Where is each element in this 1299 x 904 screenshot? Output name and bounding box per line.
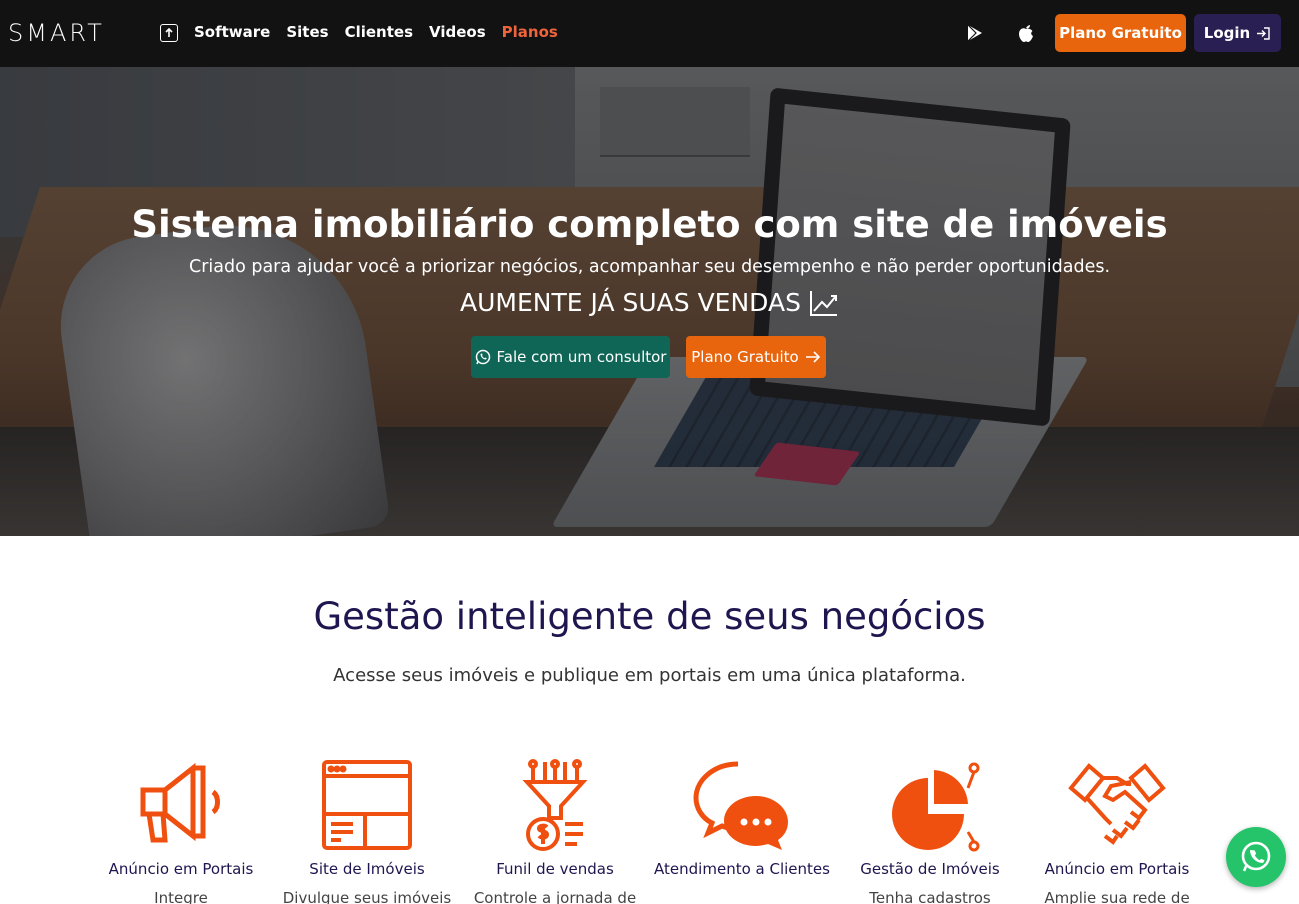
- pie-chart-icon: [880, 758, 980, 854]
- feature-anuncio-portais[interactable]: Anúncio em Portais Integre: [91, 758, 271, 904]
- nav-links: Software Sites Clientes Videos Planos: [194, 23, 574, 41]
- chat-icon: [692, 758, 792, 854]
- whatsapp-float-button[interactable]: [1226, 827, 1286, 887]
- feature-desc: Amplie sua rede de: [1044, 889, 1190, 904]
- nav-link-software[interactable]: Software: [194, 23, 270, 41]
- handshake-icon: [1067, 758, 1167, 854]
- feature-atendimento[interactable]: Atendimento a Clientes: [652, 758, 832, 889]
- nav-link-planos[interactable]: Planos: [502, 23, 558, 41]
- website-icon: [317, 758, 417, 854]
- hero-plano-gratuito-button[interactable]: Plano Gratuito: [686, 336, 826, 378]
- feature-title: Site de Imóveis: [309, 860, 425, 878]
- apple-icon[interactable]: [1017, 23, 1035, 47]
- section-title: Gestão inteligente de seus negócios: [313, 595, 986, 638]
- feature-title: Anúncio em Portais: [108, 860, 254, 878]
- trending-up-icon: [809, 290, 837, 316]
- logo[interactable]: SMART: [8, 19, 105, 47]
- upload-icon[interactable]: [160, 24, 178, 42]
- feature-title: Atendimento a Clientes: [654, 860, 830, 878]
- feature-gestao-imoveis[interactable]: Gestão de Imóveis Tenha cadastros: [840, 758, 1020, 904]
- hero-plano-label: Plano Gratuito: [691, 348, 799, 366]
- feature-desc: Tenha cadastros: [869, 889, 991, 904]
- feature-desc: Controle a jornada de: [473, 889, 637, 904]
- feature-funil-vendas[interactable]: Funil de vendas Controle a jornada de: [465, 758, 645, 904]
- megaphone-icon: [131, 758, 231, 854]
- feature-desc: Divulgue seus imóveis: [282, 889, 452, 904]
- whatsapp-icon: [1241, 841, 1271, 872]
- top-navbar: SMART Software Sites Clientes Videos Pla…: [0, 0, 1299, 67]
- feature-anuncio-portais-2[interactable]: Anúncio em Portais Amplie sua rede de: [1027, 758, 1207, 904]
- feature-desc: Integre: [154, 889, 208, 904]
- plano-gratuito-button[interactable]: Plano Gratuito: [1055, 14, 1186, 52]
- feature-title: Funil de vendas: [496, 860, 614, 878]
- login-label: Login: [1203, 24, 1251, 42]
- feature-title: Gestão de Imóveis: [860, 860, 1000, 878]
- hero-subtitle: Criado para ajudar você a priorizar negó…: [188, 257, 1111, 277]
- nav-link-sites[interactable]: Sites: [286, 23, 328, 41]
- nav-link-clientes[interactable]: Clientes: [345, 23, 413, 41]
- arrow-right-icon: [805, 351, 820, 363]
- section-subtitle: Acesse seus imóveis e publique em portai…: [333, 665, 966, 686]
- hero-cta: AUMENTE JÁ SUAS VENDAS: [0, 288, 1299, 317]
- whatsapp-icon: [475, 349, 490, 365]
- fale-consultor-label: Fale com um consultor: [496, 348, 667, 366]
- nav-link-videos[interactable]: Videos: [429, 23, 486, 41]
- login-button[interactable]: Login: [1194, 14, 1281, 52]
- fale-consultor-button[interactable]: Fale com um consultor: [471, 336, 670, 378]
- feature-site-imoveis[interactable]: Site de Imóveis Divulgue seus imóveis: [277, 758, 457, 904]
- hero-title: Sistema imobiliário completo com site de…: [131, 203, 1168, 246]
- funnel-icon: [505, 758, 605, 854]
- login-icon: [1257, 26, 1270, 40]
- hero-cta-text: AUMENTE JÁ SUAS VENDAS: [460, 288, 801, 317]
- hero-banner: Sistema imobiliário completo com site de…: [0, 67, 1299, 536]
- feature-title: Anúncio em Portais: [1044, 860, 1190, 878]
- google-play-icon[interactable]: [966, 24, 984, 46]
